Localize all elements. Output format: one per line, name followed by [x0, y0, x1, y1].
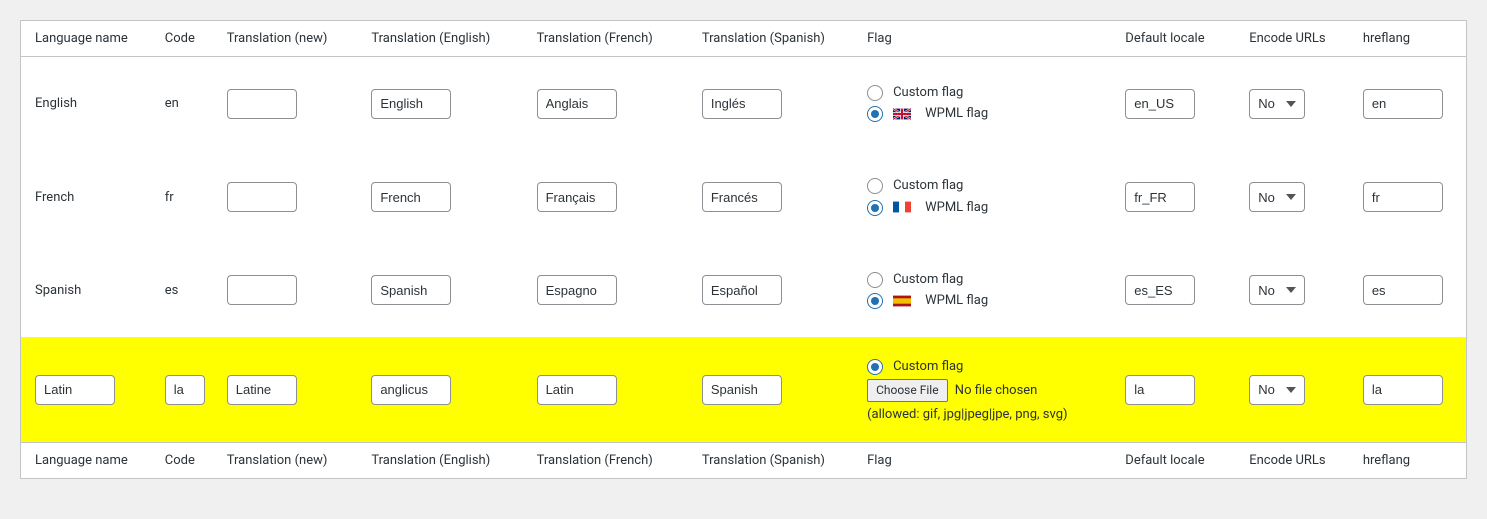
table-row: Englishen Custom flag WPML flag NoYes	[21, 57, 1467, 151]
col-flag: Flag	[857, 443, 1115, 479]
custom-flag-label: Custom flag	[893, 177, 963, 195]
custom-flag-radio[interactable]	[867, 359, 883, 375]
col-hreflang: hreflang	[1353, 21, 1467, 57]
default-locale-input[interactable]	[1125, 182, 1195, 212]
translation-french-input[interactable]	[537, 375, 617, 405]
col-translation-french: Translation (French)	[527, 21, 692, 57]
custom-flag-radio[interactable]	[867, 272, 883, 288]
wpml-flag-label: WPML flag	[925, 199, 988, 217]
col-hreflang: hreflang	[1353, 443, 1467, 479]
col-language-name: Language name	[21, 21, 155, 57]
translation-new-input[interactable]	[227, 182, 297, 212]
col-translation-english: Translation (English)	[361, 443, 526, 479]
wpml-flag-radio[interactable]	[867, 200, 883, 216]
translation-english-input[interactable]	[371, 375, 451, 405]
translation-new-input[interactable]	[227, 375, 297, 405]
translation-new-input[interactable]	[227, 275, 297, 305]
languages-table: Language name Code Translation (new) Tra…	[20, 20, 1467, 479]
encode-urls-select[interactable]: NoYes	[1249, 275, 1305, 305]
custom-flag-radio[interactable]	[867, 178, 883, 194]
table-row: Frenchfr Custom flag WPML flag NoYes	[21, 150, 1467, 243]
choose-file-button[interactable]: Choose File	[867, 379, 947, 402]
flag-icon	[893, 199, 915, 217]
table-header-row: Language name Code Translation (new) Tra…	[21, 21, 1467, 57]
col-language-name: Language name	[21, 443, 155, 479]
default-locale-input[interactable]	[1125, 275, 1195, 305]
encode-urls-select[interactable]: NoYes	[1249, 89, 1305, 119]
language-name-label: English	[21, 57, 155, 151]
col-flag: Flag	[857, 21, 1115, 57]
language-name-label: Spanish	[21, 244, 155, 337]
translation-spanish-input[interactable]	[702, 89, 782, 119]
translation-new-input[interactable]	[227, 89, 297, 119]
table-row: Custom flag Choose File No file chosen (…	[21, 337, 1467, 443]
translation-spanish-input[interactable]	[702, 275, 782, 305]
wpml-flag-label: WPML flag	[925, 292, 988, 310]
table-row: Spanishes Custom flag WPML flag NoYes	[21, 244, 1467, 337]
wpml-flag-label: WPML flag	[925, 105, 988, 123]
col-translation-english: Translation (English)	[361, 21, 526, 57]
hreflang-input[interactable]	[1363, 89, 1443, 119]
custom-flag-radio[interactable]	[867, 85, 883, 101]
language-name-input[interactable]	[35, 375, 115, 405]
translation-spanish-input[interactable]	[702, 375, 782, 405]
col-translation-new: Translation (new)	[217, 21, 362, 57]
default-locale-input[interactable]	[1125, 375, 1195, 405]
col-translation-french: Translation (French)	[527, 443, 692, 479]
hreflang-input[interactable]	[1363, 182, 1443, 212]
encode-urls-select[interactable]: NoYes	[1249, 375, 1305, 405]
code-label: es	[155, 244, 217, 337]
col-code: Code	[155, 443, 217, 479]
translation-french-input[interactable]	[537, 275, 617, 305]
col-translation-spanish: Translation (Spanish)	[692, 443, 857, 479]
custom-flag-label: Custom flag	[893, 271, 963, 289]
translation-french-input[interactable]	[537, 89, 617, 119]
col-default-locale: Default locale	[1115, 21, 1239, 57]
translation-english-input[interactable]	[371, 182, 451, 212]
col-default-locale: Default locale	[1115, 443, 1239, 479]
custom-flag-label: Custom flag	[893, 358, 963, 376]
flag-icon	[893, 292, 915, 310]
no-file-label: No file chosen	[955, 383, 1038, 398]
translation-french-input[interactable]	[537, 182, 617, 212]
translation-english-input[interactable]	[371, 275, 451, 305]
code-label: en	[155, 57, 217, 151]
hreflang-input[interactable]	[1363, 375, 1443, 405]
code-label: fr	[155, 150, 217, 243]
col-encode-urls: Encode URLs	[1239, 21, 1353, 57]
custom-flag-label: Custom flag	[893, 84, 963, 102]
col-encode-urls: Encode URLs	[1239, 443, 1353, 479]
translation-english-input[interactable]	[371, 89, 451, 119]
col-code: Code	[155, 21, 217, 57]
encode-urls-select[interactable]: NoYes	[1249, 182, 1305, 212]
language-name-label: French	[21, 150, 155, 243]
default-locale-input[interactable]	[1125, 89, 1195, 119]
col-translation-spanish: Translation (Spanish)	[692, 21, 857, 57]
code-input[interactable]	[165, 375, 205, 405]
col-translation-new: Translation (new)	[217, 443, 362, 479]
table-footer-row: Language name Code Translation (new) Tra…	[21, 443, 1467, 479]
wpml-flag-radio[interactable]	[867, 106, 883, 122]
flag-icon	[893, 105, 915, 123]
allowed-label: (allowed: gif, jpg|jpeg|jpe, png, svg)	[867, 406, 1105, 424]
translation-spanish-input[interactable]	[702, 182, 782, 212]
wpml-flag-radio[interactable]	[867, 293, 883, 309]
hreflang-input[interactable]	[1363, 275, 1443, 305]
